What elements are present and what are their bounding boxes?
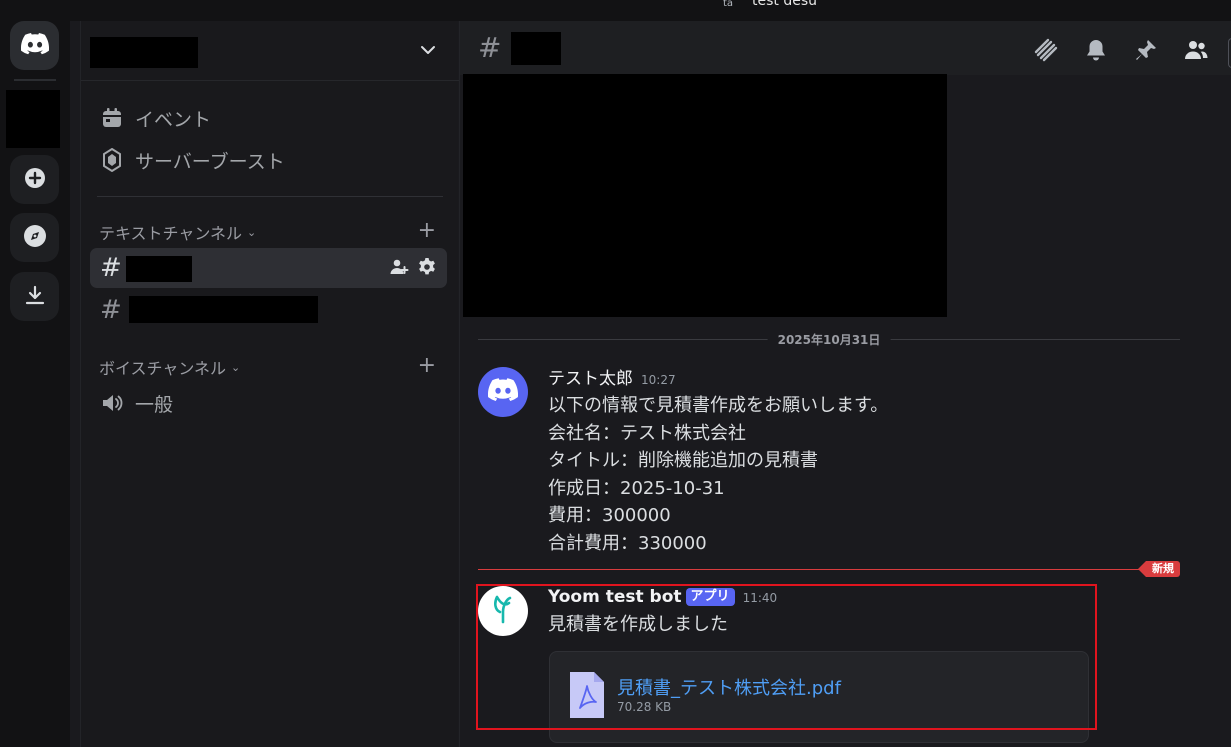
caret-down-icon: ⌄ — [231, 360, 241, 374]
nav-server-boost[interactable]: サーバーブースト — [99, 145, 285, 175]
avatar[interactable] — [478, 367, 528, 417]
discord-home-button[interactable] — [10, 21, 59, 70]
explore-servers-button[interactable] — [10, 213, 59, 262]
rail-separator — [14, 79, 56, 81]
plus-icon: + — [417, 353, 436, 378]
speaker-icon — [99, 390, 125, 416]
bell-icon[interactable] — [1082, 36, 1110, 64]
discord-logo-icon — [487, 378, 519, 406]
message-line: タイトル：削除機能追加の見積書 — [548, 450, 818, 471]
voice-channel-label: 一般 — [135, 393, 174, 416]
server-name-redacted — [90, 37, 198, 68]
category-text-channels[interactable]: テキストチャンネル ⌄ — [99, 220, 256, 244]
channel-header: # — [460, 21, 1231, 75]
category-text-label: テキストチャンネル — [99, 224, 243, 243]
message-timestamp: 10:27 — [641, 373, 676, 387]
text-channel-2[interactable]: # — [90, 290, 447, 330]
compass-icon — [23, 224, 47, 252]
new-badge: 新規 — [1138, 561, 1180, 577]
text-channel-active[interactable]: # — [90, 248, 447, 288]
channel-sidebar: イベント サーバーブースト テキストチャンネル ⌄ + # # ボイスチャンネル — [80, 21, 459, 747]
channel-title-redacted — [511, 32, 561, 65]
channel-name-redacted — [129, 296, 318, 323]
add-text-channel-button[interactable]: + — [418, 220, 436, 242]
hash-icon: # — [100, 295, 122, 325]
hash-icon: # — [100, 253, 122, 283]
add-member-icon[interactable] — [389, 257, 409, 281]
server-rail — [0, 21, 70, 747]
threads-icon[interactable] — [1032, 36, 1060, 64]
message-author[interactable]: テスト太郎 — [548, 369, 633, 389]
message-line: 会社名：テスト株式会社 — [548, 422, 746, 444]
calendar-icon — [99, 105, 125, 131]
channel-name-redacted — [126, 256, 192, 282]
sidebar-divider — [97, 196, 443, 197]
highlight-box — [476, 584, 1097, 730]
boost-gem-icon — [99, 147, 125, 173]
chat-area: # 2025年10月31日 テスト太郎 10:27 以下の情報で見積書作成をお願… — [459, 21, 1231, 747]
discord-logo-icon — [20, 32, 49, 59]
nav-events[interactable]: イベント — [99, 103, 211, 133]
category-voice-label: ボイスチャンネル — [99, 359, 227, 378]
voice-channel-general[interactable]: 一般 — [99, 388, 173, 418]
nav-server-boost-label: サーバーブースト — [135, 150, 285, 173]
date-divider-label: 2025年10月31日 — [767, 331, 891, 348]
title-bar: ta test desu — [0, 0, 1231, 21]
pin-icon[interactable] — [1132, 36, 1160, 64]
message-line: 以下の情報で見積書作成をお願いします。 — [548, 395, 889, 416]
download-icon — [24, 284, 46, 310]
new-messages-divider: 新規 — [478, 561, 1180, 577]
plus-circle-icon — [24, 167, 46, 193]
download-apps-button[interactable] — [10, 272, 59, 321]
redacted-image — [463, 74, 947, 317]
message-line: 合計費用：330000 — [548, 532, 707, 554]
message-line: 費用：300000 — [548, 505, 671, 526]
server-header[interactable] — [81, 21, 459, 81]
app-icon: ta — [722, 0, 734, 9]
date-divider: 2025年10月31日 — [478, 331, 1180, 348]
chevron-down-icon[interactable] — [419, 41, 437, 63]
add-voice-channel-button[interactable]: + — [418, 355, 436, 377]
nav-events-label: イベント — [135, 108, 212, 131]
window-title: test desu — [752, 0, 818, 9]
members-icon[interactable] — [1182, 36, 1210, 64]
hash-icon: # — [478, 31, 502, 64]
plus-icon: + — [417, 218, 436, 243]
caret-down-icon: ⌄ — [247, 225, 257, 239]
server-icon-redacted[interactable] — [6, 90, 60, 148]
message-line: 作成日：2025-10-31 — [548, 477, 725, 499]
category-voice-channels[interactable]: ボイスチャンネル ⌄ — [99, 355, 240, 379]
gear-icon[interactable] — [417, 257, 437, 281]
add-server-button[interactable] — [10, 155, 59, 204]
